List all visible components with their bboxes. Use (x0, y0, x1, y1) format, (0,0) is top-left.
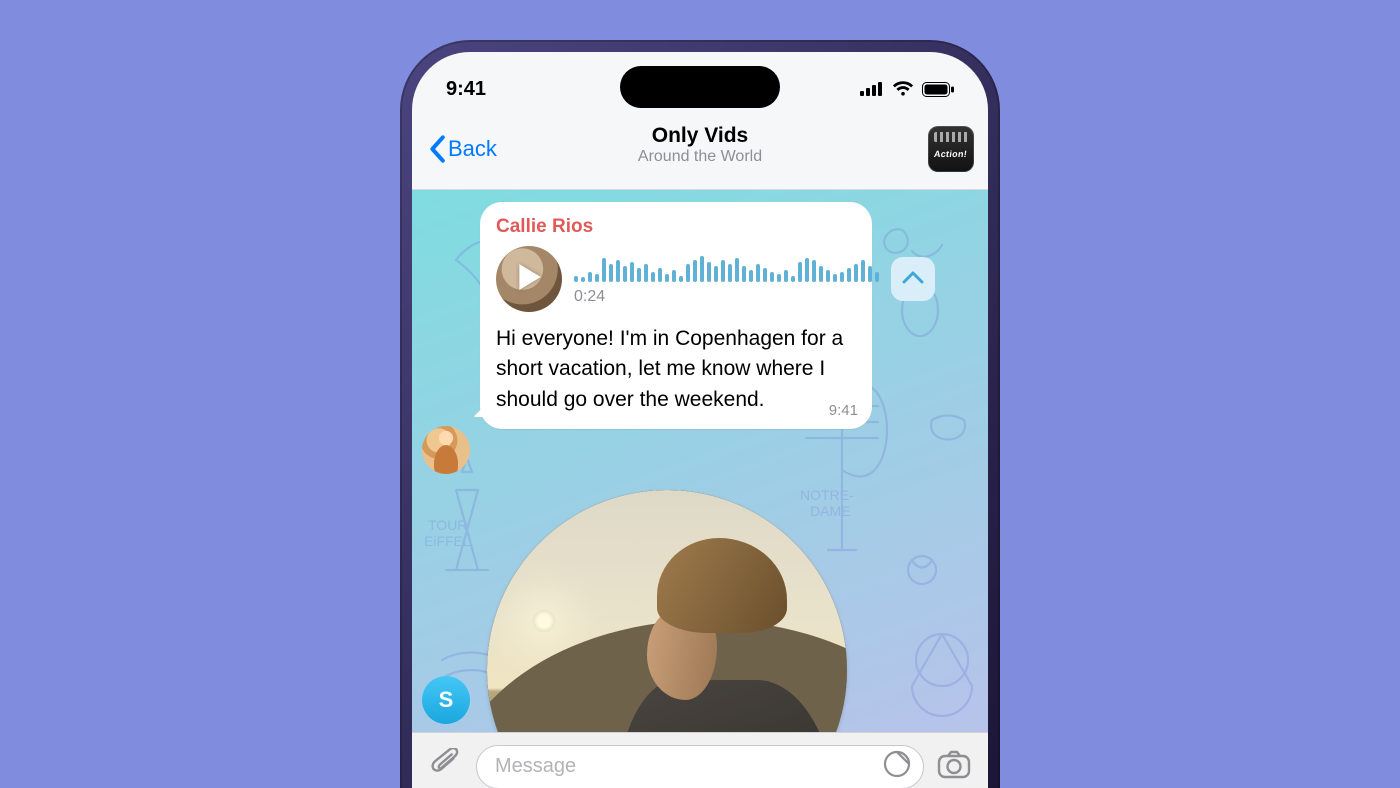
phone-screen: 9:41 Bac (412, 52, 988, 788)
message-input[interactable]: Message (476, 745, 924, 788)
chat-avatar-label: Action! (934, 149, 969, 159)
voice-play-button[interactable] (496, 246, 562, 312)
status-time: 9:41 (446, 78, 486, 101)
chevron-left-icon (428, 135, 446, 163)
sticker-icon (883, 750, 911, 784)
camera-icon (937, 749, 971, 784)
video-note[interactable] (487, 490, 847, 732)
sender-avatar[interactable] (422, 426, 470, 474)
voice-transcript: Hi everyone! I'm in Copenhagen for a sho… (496, 324, 856, 415)
message-time: 9:41 (829, 402, 858, 419)
nav-header: Back Only Vids Around the World Action! (412, 116, 988, 190)
voice-waveform-col: 0:24 (574, 252, 879, 306)
chat-title-block[interactable]: Only Vids Around the World (412, 124, 988, 167)
input-bar: Message (412, 732, 988, 788)
paperclip-icon (431, 748, 461, 785)
status-icons (860, 81, 954, 97)
cellular-icon (860, 82, 884, 96)
sticker-button[interactable] (881, 751, 913, 783)
dynamic-island (620, 66, 780, 108)
attach-button[interactable] (426, 747, 466, 787)
message-bubble[interactable]: Callie Rios 0:24 (480, 202, 872, 429)
voice-duration: 0:24 (574, 288, 879, 306)
voice-waveform[interactable] (574, 252, 879, 282)
voice-message-row: 0:24 (496, 246, 856, 312)
phone-frame: 9:41 Bac (400, 40, 1000, 788)
chat-avatar[interactable]: Action! (928, 126, 974, 172)
sender-initial-text: S (439, 687, 454, 713)
video-note-person (577, 520, 817, 732)
chat-area[interactable]: NOTRE- DAME TOUR EiFFEL Callie Rios (412, 190, 988, 732)
chevron-up-icon (902, 270, 924, 289)
transcript-toggle-button[interactable] (891, 257, 935, 301)
svg-text:TOUR: TOUR (428, 517, 467, 533)
chat-title: Only Vids (412, 124, 988, 148)
sender-name[interactable]: Callie Rios (496, 216, 856, 238)
wifi-icon (892, 81, 914, 97)
back-button[interactable]: Back (428, 135, 497, 163)
chat-subtitle: Around the World (412, 148, 988, 166)
video-note-sun (533, 610, 555, 632)
camera-button[interactable] (934, 747, 974, 787)
sender-avatar-initial[interactable]: S (422, 676, 470, 724)
message-placeholder: Message (495, 755, 576, 778)
svg-text:EiFFEL: EiFFEL (424, 533, 471, 549)
play-icon (516, 262, 542, 297)
bubble-tail (473, 397, 493, 417)
stage: 9:41 Bac (0, 0, 1400, 788)
battery-icon (922, 82, 954, 97)
back-label: Back (448, 136, 497, 162)
